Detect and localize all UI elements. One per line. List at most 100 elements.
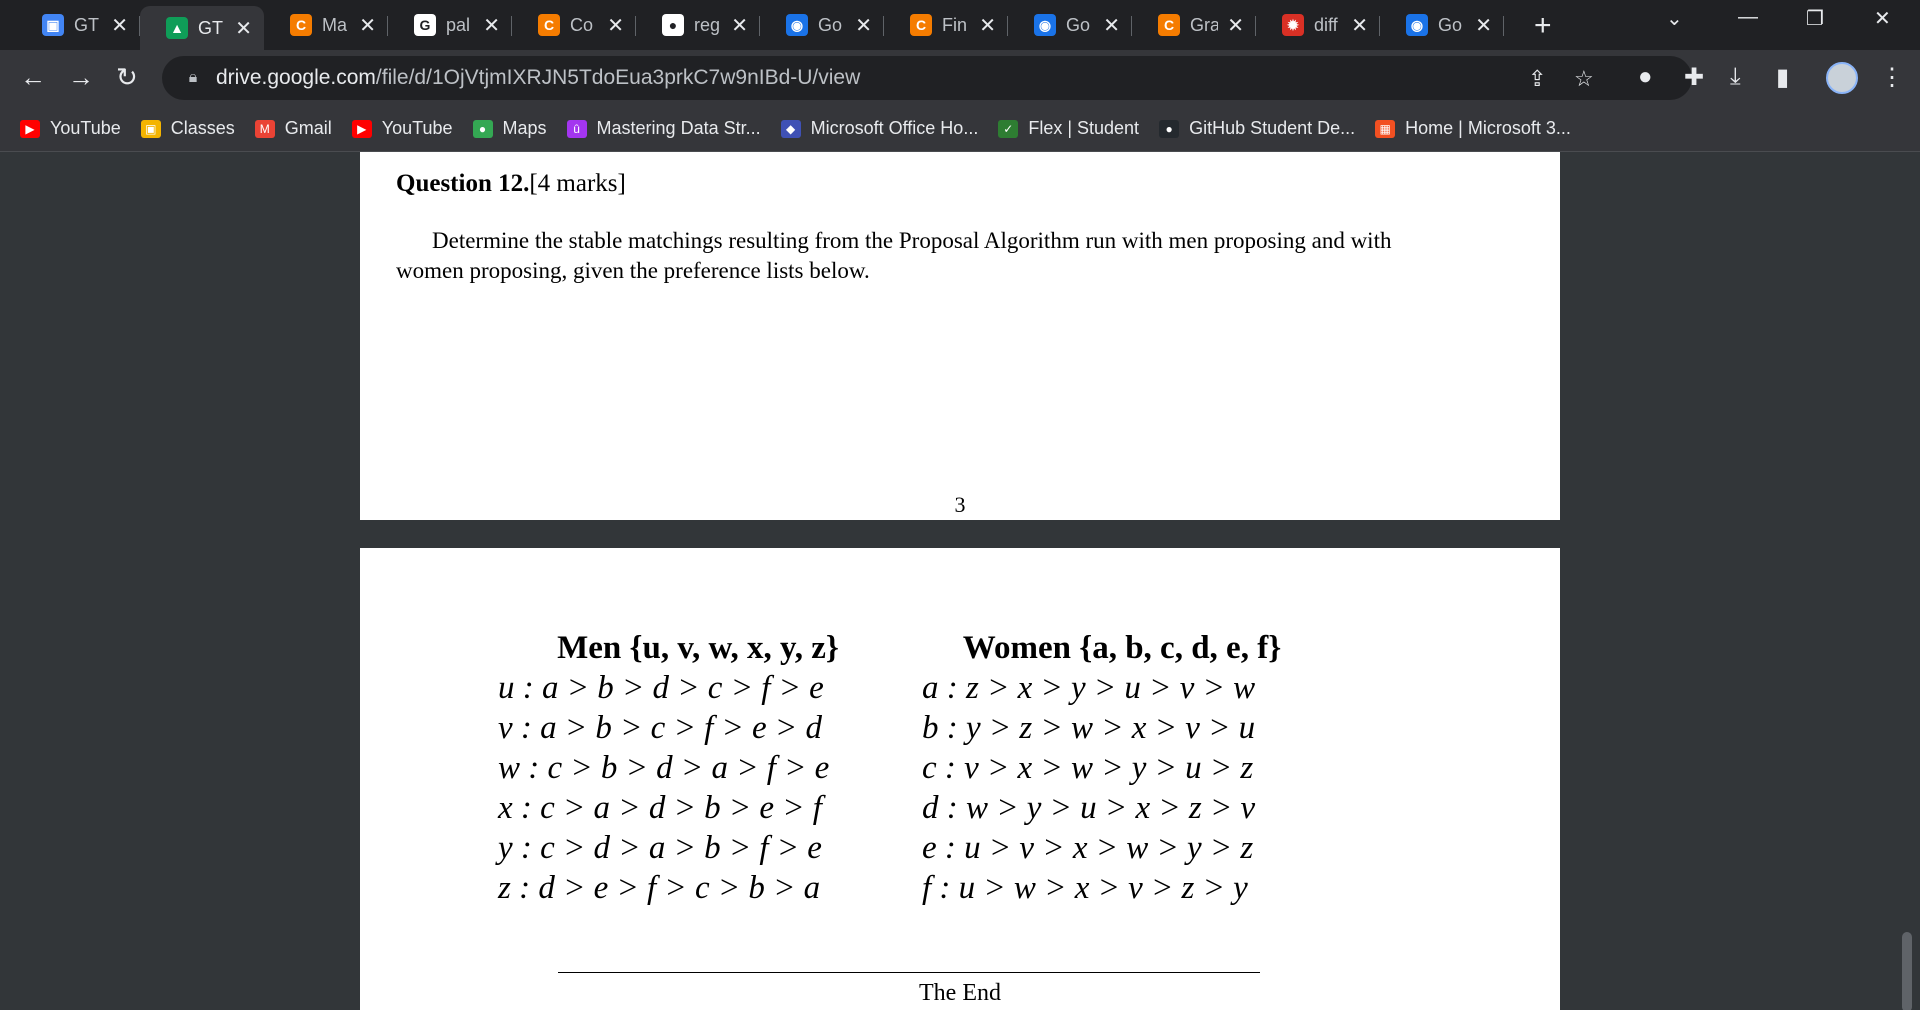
- tab-favicon-icon: ✹: [1282, 14, 1304, 36]
- profile-avatar[interactable]: [1826, 62, 1858, 94]
- tab-strip: ▣ GT ✕ ▲ GT ✕ C Ma ✕ Gpal ✕ C Co ✕ ● reg ✕ ◉ Go ✕ C Fin ✕ ◉ Go ✕ C…: [0, 0, 1920, 50]
- reload-button[interactable]: ↻: [116, 62, 138, 93]
- women-preferences: Women {a, b, c, d, e, f} a : z > x > y >…: [922, 628, 1322, 908]
- tab-title: Go: [818, 14, 843, 35]
- bookmark-item[interactable]: ● GitHub Student De...: [1159, 118, 1355, 139]
- restore-button[interactable]: ❐: [1806, 6, 1824, 31]
- bookmark-item[interactable]: ◆ Microsoft Office Ho...: [780, 118, 979, 139]
- men-preference-line: z : d > e > f > c > b > a: [498, 870, 821, 906]
- extensions-puzzle-icon[interactable]: ✚: [1684, 63, 1704, 92]
- bookmark-item[interactable]: û Mastering Data Str...: [566, 118, 761, 139]
- lock-icon[interactable]: 🔒︎: [182, 67, 204, 89]
- browser-tab[interactable]: ◉ Go ✕: [1380, 8, 1504, 42]
- document-viewer: Question 12.[4 marks] Determine the stab…: [0, 152, 1920, 1010]
- question-body: Determine the stable matchings resulting…: [396, 228, 1392, 283]
- women-preference-line: d : w > y > u > x > z > v: [922, 790, 1256, 826]
- bookmark-label: Home | Microsoft 3...: [1405, 118, 1571, 138]
- tab-close-icon[interactable]: ✕: [1351, 13, 1368, 38]
- tab-close-icon[interactable]: ✕: [855, 13, 872, 38]
- tab-close-icon[interactable]: ✕: [111, 13, 128, 38]
- bookmark-item[interactable]: ▣ Classes: [140, 118, 235, 139]
- menu-kebab-icon[interactable]: ⋮: [1880, 63, 1904, 92]
- bookmark-item[interactable]: ✓ Flex | Student: [998, 118, 1139, 139]
- tab-title: Go: [1066, 14, 1091, 35]
- forward-button[interactable]: →: [68, 62, 94, 93]
- women-header: Women {a, b, c, d, e, f}: [962, 630, 1282, 666]
- bookmark-item[interactable]: ▦ Home | Microsoft 3...: [1375, 118, 1571, 139]
- url-text[interactable]: drive.google.com/file/d/1OjVtjmIXRJN5Tdo…: [216, 66, 860, 90]
- browser-tab[interactable]: C Co ✕: [512, 8, 636, 42]
- tab-close-icon[interactable]: ✕: [607, 13, 624, 38]
- office-icon: ◆: [780, 119, 801, 138]
- tab-title: Gra: [1190, 14, 1218, 35]
- tab-title: pal: [446, 14, 471, 35]
- classroom-icon: ▣: [140, 119, 161, 138]
- bookmark-item[interactable]: ▶ YouTube: [351, 118, 453, 139]
- tab-separator: [1503, 16, 1504, 36]
- tab-favicon-icon: ◉: [1034, 14, 1056, 36]
- youtube-icon: ▶: [351, 119, 372, 138]
- browser-tab[interactable]: ▲ GT ✕: [140, 6, 264, 50]
- bookmark-item[interactable]: M Gmail: [254, 118, 332, 139]
- men-preference-line: v : a > b > c > f > e > d: [498, 710, 822, 746]
- scrollbar-thumb[interactable]: [1902, 932, 1912, 1010]
- tab-close-icon[interactable]: ✕: [1475, 13, 1492, 38]
- github-icon: ●: [1159, 119, 1180, 138]
- bookmark-label: YouTube: [50, 118, 121, 138]
- udemy-icon: û: [566, 119, 587, 138]
- address-bar[interactable]: 🔒︎ drive.google.com/file/d/1OjVtjmIXRJN5…: [162, 56, 1692, 100]
- tab-favicon-icon: ◉: [1406, 14, 1428, 36]
- bookmark-item[interactable]: ▶ YouTube: [20, 118, 121, 139]
- tab-title: GT: [74, 14, 99, 35]
- pdf-page-3: Question 12.[4 marks] Determine the stab…: [360, 152, 1560, 520]
- browser-tab[interactable]: ● reg ✕: [636, 8, 760, 42]
- tab-title: Co: [570, 14, 594, 35]
- men-preference-line: u : a > b > d > c > f > e: [498, 670, 824, 706]
- tab-favicon-icon: ◉: [786, 14, 808, 36]
- new-tab-button[interactable]: +: [1534, 9, 1552, 43]
- minimize-button[interactable]: —: [1738, 6, 1758, 29]
- close-window-button[interactable]: ✕: [1874, 6, 1891, 31]
- microsoft-icon: ▦: [1375, 119, 1396, 138]
- bookmark-label: Microsoft Office Ho...: [810, 118, 979, 138]
- men-header: Men {u, v, w, x, y, z}: [557, 630, 839, 666]
- browser-tab[interactable]: ✹ diff ✕: [1256, 8, 1380, 42]
- bookmark-label: YouTube: [381, 118, 453, 138]
- bookmark-star-icon[interactable]: ☆: [1574, 66, 1594, 92]
- tab-close-icon[interactable]: ✕: [979, 13, 996, 38]
- page-number: 3: [954, 492, 966, 517]
- browser-tab[interactable]: ◉ Go ✕: [1008, 8, 1132, 42]
- tab-favicon-icon: ▲: [166, 17, 188, 39]
- tab-favicon-icon: C: [290, 14, 312, 36]
- tab-favicon-icon: ●: [662, 14, 684, 36]
- browser-tab[interactable]: C Fin ✕: [884, 8, 1008, 42]
- tab-close-icon[interactable]: ✕: [483, 13, 500, 38]
- tab-close-icon[interactable]: ✕: [1227, 13, 1244, 38]
- men-preference-line: w : c > b > d > a > f > e: [498, 750, 830, 786]
- tab-favicon-icon: C: [538, 14, 560, 36]
- bookmark-item[interactable]: ● Maps: [472, 118, 547, 139]
- browser-tab[interactable]: C Gra ✕: [1132, 8, 1256, 42]
- tab-close-icon[interactable]: ✕: [359, 13, 376, 38]
- share-icon[interactable]: ⇪: [1528, 66, 1546, 92]
- tab-close-icon[interactable]: ✕: [731, 13, 748, 38]
- men-preference-line: x : c > a > d > b > e > f: [498, 790, 822, 826]
- back-button[interactable]: ←: [20, 62, 46, 93]
- tab-favicon-icon: C: [910, 14, 932, 36]
- tab-close-icon[interactable]: ✕: [235, 16, 252, 41]
- flex-icon: ✓: [998, 119, 1019, 138]
- bookmark-label: Flex | Student: [1028, 118, 1140, 138]
- browser-tab[interactable]: C Ma ✕: [264, 8, 388, 42]
- browser-tab[interactable]: Gpal ✕: [388, 8, 512, 42]
- browser-toolbar: ← → ↻ 🔒︎ drive.google.com/file/d/1OjVtjm…: [0, 50, 1920, 106]
- tab-close-icon[interactable]: ✕: [1103, 13, 1120, 38]
- download-icon[interactable]: ⤓: [1730, 63, 1741, 91]
- browser-tab[interactable]: ◉ Go ✕: [760, 8, 884, 42]
- men-preferences: Men {u, v, w, x, y, z} u : a > b > d > c…: [498, 628, 898, 908]
- tab-title: Go: [1438, 14, 1463, 35]
- bookmark-label: GitHub Student De...: [1189, 118, 1356, 138]
- extension-icon[interactable]: ●: [1638, 63, 1653, 91]
- tab-search-icon[interactable]: ⌄: [1666, 6, 1683, 31]
- side-panel-icon[interactable]: ▮: [1776, 63, 1789, 92]
- browser-tab[interactable]: ▣ GT ✕: [16, 8, 140, 42]
